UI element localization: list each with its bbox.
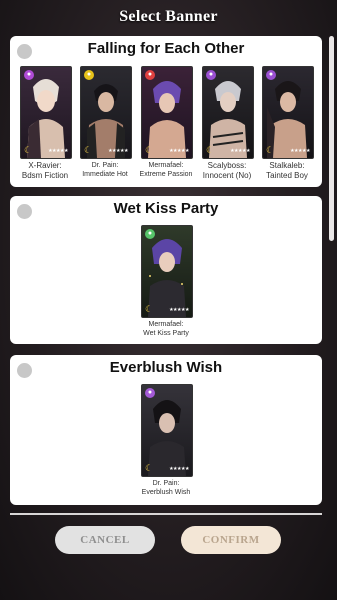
rarity-stars: ★★★★★ — [230, 148, 250, 154]
element-badge-icon: ● — [24, 70, 34, 80]
element-badge-icon: ● — [266, 70, 276, 80]
character-caption: Stalkaleb: Tainted Boy — [266, 161, 308, 180]
character-caption: Mermafael: Wet Kiss Party — [143, 321, 189, 337]
character-caption: Mermafael: Extreme Passion — [139, 162, 193, 178]
rarity-stars: ★★★★★ — [108, 148, 128, 154]
character-portrait: ● ☾ ★★★★★ — [20, 66, 72, 159]
element-badge-icon: ● — [84, 70, 94, 80]
element-badge-icon: ● — [145, 229, 155, 239]
character-card[interactable]: ● ☾ ★★★★★ Mermafael: Extreme Passion — [140, 66, 193, 179]
confirm-button[interactable]: CONFIRM — [181, 526, 281, 554]
banner-list[interactable]: Falling for Each Other ● ☾ ★★★★★ X-Ravie… — [10, 36, 322, 516]
crescent-moon-icon: ☾ — [266, 145, 275, 155]
action-bar: CANCEL CONFIRM — [0, 519, 337, 600]
banner-card-falling-for-each-other[interactable]: Falling for Each Other ● ☾ ★★★★★ X-Ravie… — [10, 36, 322, 187]
character-caption: Dr. Pain: Immediate Hot — [82, 162, 128, 178]
rarity-stars: ★★★★★ — [290, 148, 310, 154]
character-card[interactable]: ● ☾ ★★★★★ X-Ravier: Bdsm Fiction — [20, 66, 72, 181]
dialog-title: Select Banner — [119, 8, 218, 25]
divider — [10, 513, 322, 515]
character-portrait: ● ☾ ★★★★★ — [141, 225, 193, 318]
character-card[interactable]: ● ☾ ★★★★★ Mermafael: Wet Kiss Party — [141, 225, 193, 338]
character-card[interactable]: ● ☾ ★★★★★ Dr. Pain: Immediate Hot — [80, 66, 132, 179]
cancel-button[interactable]: CANCEL — [55, 526, 155, 554]
crescent-moon-icon: ☾ — [145, 463, 154, 473]
banner-title: Wet Kiss Party — [113, 200, 219, 217]
character-card[interactable]: ● ☾ ★★★★★ Stalkaleb: Tainted Boy — [262, 66, 314, 181]
rarity-stars: ★★★★★ — [169, 148, 189, 154]
banner-title: Everblush Wish — [109, 359, 223, 376]
character-card[interactable]: ● ☾ ★★★★★ Dr. Pain: Everblush Wish — [141, 384, 193, 497]
crescent-moon-icon: ☾ — [145, 145, 154, 155]
character-portrait: ● ☾ ★★★★★ — [141, 66, 193, 159]
banner-card-wet-kiss-party[interactable]: Wet Kiss Party ● ☾ ★★★★★ Mermafael: Wet K… — [10, 196, 322, 344]
character-portrait: ● ☾ ★★★★★ — [202, 66, 254, 159]
element-badge-icon: ● — [206, 70, 216, 80]
character-caption: Dr. Pain: Everblush Wish — [141, 480, 191, 496]
crescent-moon-icon: ☾ — [24, 145, 33, 155]
banner-title: Falling for Each Other — [87, 40, 245, 57]
character-portrait: ● ☾ ★★★★★ — [80, 66, 132, 159]
rarity-stars: ★★★★★ — [169, 466, 189, 472]
character-card[interactable]: ● ☾ ★★★★★ Scalyboss: Innocent (No) — [202, 66, 254, 181]
element-badge-icon: ● — [145, 70, 155, 80]
character-portrait: ● ☾ ★★★★★ — [262, 66, 314, 159]
banner-card-everblush-wish[interactable]: Everblush Wish ● ☾ ★★★★★ Dr. Pain: Everbl… — [10, 355, 322, 505]
crescent-moon-icon: ☾ — [84, 145, 93, 155]
element-badge-icon: ● — [145, 388, 155, 398]
rarity-stars: ★★★★★ — [169, 307, 189, 313]
rarity-stars: ★★★★★ — [48, 148, 68, 154]
scrollbar[interactable] — [329, 36, 334, 241]
crescent-moon-icon: ☾ — [206, 145, 215, 155]
character-portrait: ● ☾ ★★★★★ — [141, 384, 193, 477]
crescent-moon-icon: ☾ — [145, 304, 154, 314]
